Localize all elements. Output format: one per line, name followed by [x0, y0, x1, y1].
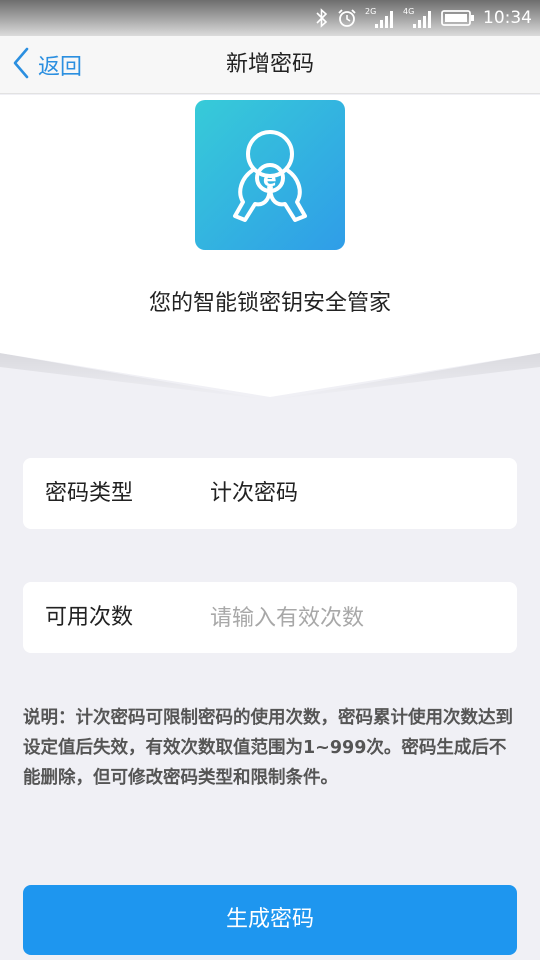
signal-2g-label: 2G	[365, 7, 376, 16]
hero-section: e 您的智能锁密钥安全管家	[0, 95, 540, 400]
app-logo: e	[195, 100, 345, 250]
password-type-label: 密码类型	[45, 481, 134, 506]
bluetooth-icon	[315, 8, 329, 28]
generate-password-button[interactable]: 生成密码	[23, 885, 517, 955]
use-count-label: 可用次数	[45, 605, 134, 630]
password-type-value[interactable]: 计次密码	[210, 458, 298, 529]
svg-text:e: e	[263, 167, 277, 191]
back-button[interactable]: 返回	[10, 36, 82, 94]
password-type-card[interactable]: 密码类型 计次密码	[23, 458, 517, 529]
hero-slogan: 您的智能锁密钥安全管家	[148, 291, 391, 316]
chevron-left-icon	[10, 46, 32, 84]
signal-4g-icon: 4G	[403, 6, 433, 30]
alarm-icon	[337, 8, 357, 28]
status-icons: 2G 4G 10:34	[315, 0, 532, 36]
use-count-card: 可用次数	[23, 582, 517, 653]
status-time: 10:34	[483, 8, 532, 28]
status-bar: 2G 4G 10:34	[0, 0, 540, 36]
signal-2g-icon: 2G	[365, 6, 395, 30]
description-note: 说明：计次密码可限制密码的使用次数，密码累计使用次数达到设定值后失效，有效次数取…	[23, 708, 513, 788]
nav-bar: 新增密码 返回	[0, 36, 540, 94]
battery-icon	[441, 9, 475, 27]
keys-icon: e	[233, 130, 307, 222]
signal-4g-label: 4G	[403, 7, 414, 16]
use-count-input[interactable]	[210, 600, 500, 636]
back-label: 返回	[38, 55, 83, 80]
